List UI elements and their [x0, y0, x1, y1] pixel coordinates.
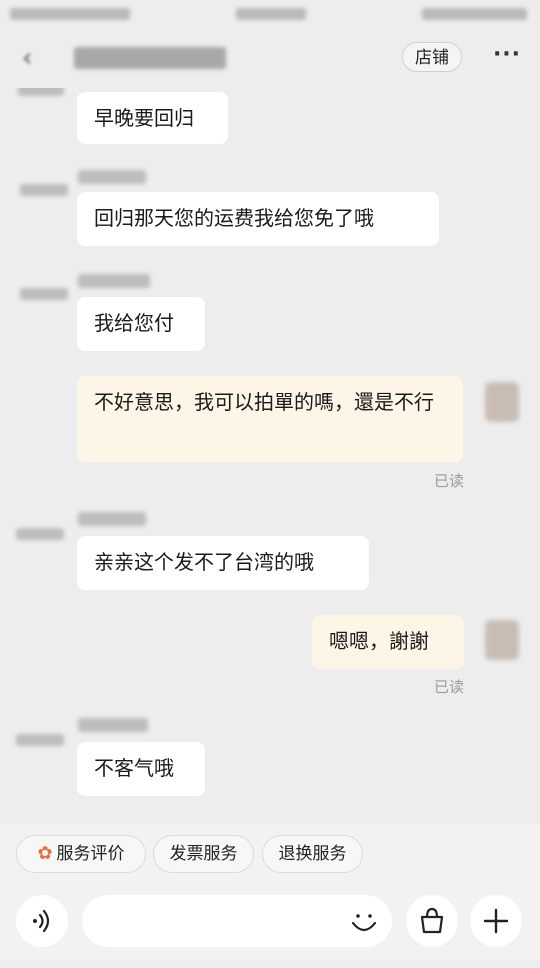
- shop-name-obscured: [74, 47, 226, 69]
- message-text: 不客气哦: [94, 756, 174, 780]
- sender-name: [78, 170, 146, 184]
- quick-actions-bar: ✿ 服务评价 发票服务 退换服务: [0, 824, 540, 882]
- return-service-chip[interactable]: 退换服务: [262, 835, 363, 873]
- chip-label: 退换服务: [278, 844, 347, 864]
- message-text: 我给您付: [94, 311, 174, 335]
- sender-avatar: [20, 184, 68, 196]
- sender-name: [78, 274, 150, 288]
- message-text: 亲亲这个发不了台湾的哦: [94, 550, 314, 574]
- sender-avatar: [16, 734, 64, 746]
- chat-header: ‹ 店铺 ···: [0, 30, 540, 88]
- message-text: 嗯嗯，謝謝: [329, 629, 429, 653]
- plus-icon[interactable]: [470, 895, 522, 947]
- message-input[interactable]: [82, 895, 392, 947]
- sender-name: [78, 512, 146, 526]
- message-bubble[interactable]: 不客气哦: [77, 742, 205, 796]
- more-dots-icon[interactable]: ···: [492, 40, 522, 70]
- voice-icon[interactable]: [16, 895, 68, 947]
- chip-label: 服务评价: [56, 844, 125, 864]
- sender-avatar: [20, 288, 68, 300]
- my-message-bubble[interactable]: 不好意思，我可以拍單的嗎，還是不行: [77, 376, 463, 462]
- service-review-chip[interactable]: ✿ 服务评价: [16, 835, 146, 873]
- my-message-bubble[interactable]: 嗯嗯，謝謝: [312, 615, 464, 669]
- message-text: 不好意思，我可以拍單的嗎，還是不行: [94, 390, 434, 414]
- sender-avatar: [16, 528, 64, 540]
- message-text: 回归那天您的运费我给您免了哦: [94, 206, 374, 230]
- message-bubble[interactable]: 早晚要回归: [77, 92, 228, 144]
- my-avatar: [485, 620, 519, 660]
- sender-avatar: [18, 88, 64, 96]
- shopping-bag-icon[interactable]: [406, 895, 458, 947]
- status-icons: [422, 8, 527, 20]
- sender-name: [78, 718, 148, 732]
- flower-icon: ✿: [37, 843, 53, 864]
- read-status: 已读: [434, 678, 465, 696]
- status-carrier: [10, 8, 130, 20]
- input-bar: [0, 882, 540, 960]
- chip-label: 发票服务: [169, 844, 238, 864]
- message-bubble[interactable]: 我给您付: [77, 297, 205, 351]
- status-time: [236, 8, 306, 20]
- read-status: 已读: [434, 472, 465, 490]
- status-bar: [0, 0, 540, 30]
- message-text: 早晚要回归: [94, 106, 194, 130]
- my-avatar: [485, 382, 519, 422]
- shop-button[interactable]: 店铺: [402, 42, 462, 72]
- message-bubble[interactable]: 回归那天您的运费我给您免了哦: [77, 192, 439, 246]
- smiley-icon[interactable]: [346, 903, 382, 939]
- back-chevron-icon[interactable]: ‹: [22, 44, 50, 72]
- chat-area[interactable]: 早晚要回归 回归那天您的运费我给您免了哦 我给您付 不好意思，我可以拍單的嗎，還…: [0, 88, 540, 824]
- message-bubble[interactable]: 亲亲这个发不了台湾的哦: [77, 536, 369, 590]
- invoice-service-chip[interactable]: 发票服务: [153, 835, 254, 873]
